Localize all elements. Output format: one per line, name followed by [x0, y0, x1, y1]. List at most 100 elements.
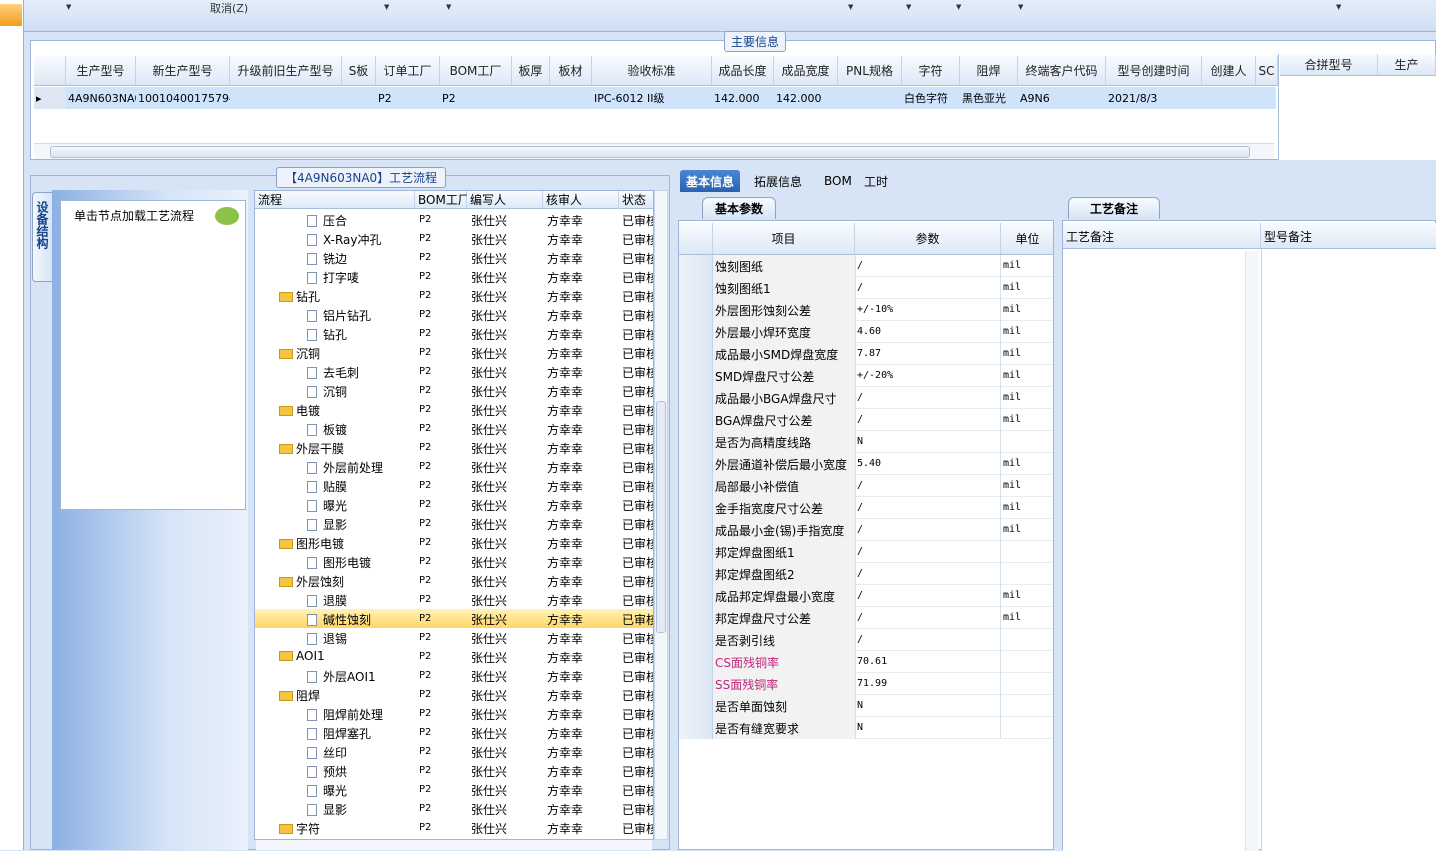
tree-node[interactable]: 阻焊塞孔	[307, 725, 411, 742]
param-row[interactable]: 成品邦定焊盘最小宽度 / mil	[679, 585, 1053, 607]
tree-node[interactable]: 曝光	[307, 497, 411, 514]
tree-row[interactable]: 电镀 P2 张仕兴 方幸幸 已审核	[255, 400, 653, 419]
tree-node[interactable]: 铣边	[307, 250, 411, 267]
param-value[interactable]: /	[857, 260, 1001, 271]
tree-row[interactable]: 板镀 P2 张仕兴 方幸幸 已审核	[255, 419, 653, 438]
tree-node[interactable]: 板镀	[307, 421, 411, 438]
param-value[interactable]: /	[857, 414, 1001, 425]
tree-row[interactable]: 外层前处理 P2 张仕兴 方幸幸 已审核	[255, 457, 653, 476]
param-value[interactable]: 5.40	[857, 458, 1001, 469]
param-row[interactable]: BGA焊盘尺寸公差 / mil	[679, 409, 1053, 431]
tree-row[interactable]: AOI1 P2 张仕兴 方幸幸 已审核	[255, 647, 653, 666]
column-header[interactable]: 订单工厂	[376, 56, 440, 86]
column-header[interactable]: 阻焊	[960, 56, 1018, 86]
tab-1[interactable]: 拓展信息	[748, 170, 808, 192]
dropdown-arrow-icon[interactable]: ▼	[384, 3, 389, 11]
tree-node[interactable]: 显影	[307, 516, 411, 533]
column-header[interactable]: 编写人	[467, 191, 543, 209]
column-header[interactable]: 单位	[1001, 223, 1053, 255]
tree-row[interactable]: 贴膜 P2 张仕兴 方幸幸 已审核	[255, 476, 653, 495]
tree-row[interactable]: X-Ray冲孔 P2 张仕兴 方幸幸 已审核	[255, 229, 653, 248]
tree-row[interactable]: 钻孔 P2 张仕兴 方幸幸 已审核	[255, 286, 653, 305]
tab-3[interactable]: 工时	[858, 170, 894, 192]
column-header[interactable]: 板材	[550, 56, 592, 86]
tree-row[interactable]: 打字唛 P2 张仕兴 方幸幸 已审核	[255, 267, 653, 286]
tree-node[interactable]: 退膜	[307, 592, 411, 609]
tree-node[interactable]: 沉铜	[307, 383, 411, 400]
param-value[interactable]: /	[857, 282, 1001, 293]
tree-node[interactable]: X-Ray冲孔	[307, 231, 411, 248]
horizontal-scrollbar[interactable]	[256, 840, 652, 850]
tree-row[interactable]: 显影 P2 张仕兴 方幸幸 已审核	[255, 799, 653, 818]
param-value[interactable]: /	[857, 480, 1001, 491]
column-header[interactable]: BOM工厂	[440, 56, 512, 86]
tab-2[interactable]: BOM	[818, 170, 858, 192]
param-row[interactable]: SMD焊盘尺寸公差 +/-20% mil	[679, 365, 1053, 387]
tree-node[interactable]: 铝片钻孔	[307, 307, 411, 324]
tree-row[interactable]: 阻焊前处理 P2 张仕兴 方幸幸 已审核	[255, 704, 653, 723]
column-header[interactable]: 状态	[619, 191, 653, 209]
param-row[interactable]: 是否为高精度线路 N	[679, 431, 1053, 453]
dropdown-arrow-icon[interactable]: ▼	[1018, 3, 1023, 11]
column-header[interactable]: 字符	[902, 56, 960, 86]
tree-row[interactable]: 退膜 P2 张仕兴 方幸幸 已审核	[255, 590, 653, 609]
tree-node[interactable]: 贴膜	[307, 478, 411, 495]
dropdown-arrow-icon[interactable]: ▼	[1336, 3, 1341, 11]
tree-folder[interactable]: 沉铜	[279, 345, 411, 362]
param-row[interactable]: 蚀刻图纸 / mil	[679, 255, 1053, 277]
param-row[interactable]: 是否剥引线 /	[679, 629, 1053, 651]
column-header[interactable]: 升级前旧生产型号	[230, 56, 342, 86]
dropdown-arrow-icon[interactable]: ▼	[848, 3, 853, 11]
column-header[interactable]: 板厚	[512, 56, 550, 86]
param-row[interactable]: 成品最小BGA焊盘尺寸 / mil	[679, 387, 1053, 409]
tree-row[interactable]: 外层干膜 P2 张仕兴 方幸幸 已审核	[255, 438, 653, 457]
tree-row[interactable]: 预烘 P2 张仕兴 方幸幸 已审核	[255, 761, 653, 780]
tree-folder[interactable]: 字符	[279, 820, 411, 837]
app-menu-button[interactable]	[0, 4, 22, 26]
tree-node[interactable]: 去毛刺	[307, 364, 411, 381]
tree-folder[interactable]: 阻焊	[279, 687, 411, 704]
tree-row[interactable]: 退锡 P2 张仕兴 方幸幸 已审核	[255, 628, 653, 647]
tree-node[interactable]: 碱性蚀刻	[307, 611, 411, 628]
column-header[interactable]: 核审人	[543, 191, 619, 209]
param-value[interactable]: +/-10%	[857, 304, 1001, 315]
dropdown-arrow-icon[interactable]: ▼	[446, 3, 451, 11]
tree-row[interactable]: 钻孔 P2 张仕兴 方幸幸 已审核	[255, 324, 653, 343]
param-row[interactable]: 蚀刻图纸1 /mil	[679, 277, 1053, 299]
param-value[interactable]: 70.61	[857, 656, 1001, 667]
tree-row[interactable]: 外层AOI1 P2 张仕兴 方幸幸 已审核	[255, 666, 653, 685]
column-header[interactable]: 型号创建时间	[1106, 56, 1202, 86]
tree-node[interactable]: 显影	[307, 801, 411, 818]
tree-row[interactable]: 曝光 P2 张仕兴 方幸幸 已审核	[255, 780, 653, 799]
param-value[interactable]: /	[857, 502, 1001, 513]
param-value[interactable]: /	[857, 546, 1001, 557]
tree-row[interactable]: 沉铜 P2 张仕兴 方幸幸 已审核	[255, 343, 653, 362]
param-value[interactable]: /	[857, 590, 1001, 601]
param-row[interactable]: 邦定焊盘图纸1 /	[679, 541, 1053, 563]
tree-node[interactable]: 钻孔	[307, 326, 411, 343]
column-header[interactable]: SC	[1256, 56, 1278, 86]
tree-row[interactable]: 压合 P2 张仕兴 方幸幸 已审核	[255, 210, 653, 229]
tree-row[interactable]: 显影 P2 张仕兴 方幸幸 已审核	[255, 514, 653, 533]
param-row[interactable]: 金手指宽度尺寸公差 / mil	[679, 497, 1053, 519]
param-row[interactable]: 外层图形蚀刻公差 +/-10% mil	[679, 299, 1053, 321]
column-header[interactable]: 流程	[255, 191, 415, 209]
cancel-button[interactable]: 取消(Z)	[210, 0, 248, 16]
column-header[interactable]: 项目	[713, 223, 855, 255]
tree-node[interactable]: 阻焊前处理	[307, 706, 411, 723]
tree-row[interactable]: 图形电镀 P2 张仕兴 方幸幸 已审核	[255, 552, 653, 571]
column-header[interactable]: 新生产型号	[136, 56, 230, 86]
column-header[interactable]: BOM工厂	[415, 191, 470, 209]
tree-folder[interactable]: 图形电镀	[279, 535, 411, 552]
column-header[interactable]: S板	[342, 56, 376, 86]
param-value[interactable]: /	[857, 524, 1001, 535]
tab-process-notes[interactable]: 工艺备注	[1068, 197, 1160, 219]
tree-folder[interactable]: 钻孔	[279, 288, 411, 305]
splitter[interactable]	[30, 162, 1436, 166]
tree-row[interactable]: 阻焊 P2 张仕兴 方幸幸 已审核	[255, 685, 653, 704]
tree-node[interactable]: 图形电镀	[307, 554, 411, 571]
tree-node[interactable]: 打字唛	[307, 269, 411, 286]
column-header[interactable]: 成品宽度	[774, 56, 838, 86]
dropdown-arrow-icon[interactable]: ▼	[956, 3, 961, 11]
column-header[interactable]: 生产型号	[66, 56, 136, 86]
